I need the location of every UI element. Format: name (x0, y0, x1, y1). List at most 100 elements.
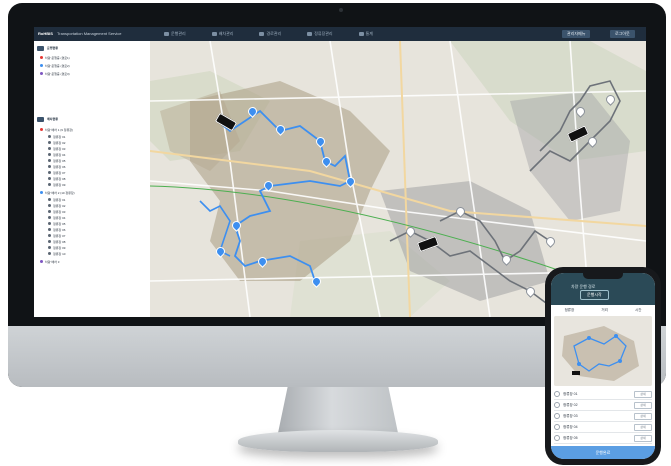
checkbox-icon[interactable] (554, 435, 560, 441)
sidebar: 운행현황 배차현황 차량 운행중 (경로1) 차량 운행중 (경로2) 차량 운행중… (34, 41, 151, 317)
sidebar-stop-row[interactable]: 정류장 03 (48, 146, 65, 151)
sidebar-section-header[interactable]: 운행현황 (37, 44, 147, 52)
phone-list-item[interactable]: 정류장 05 상세 (554, 433, 652, 444)
topnav-item[interactable]: 배차관리 (211, 31, 233, 37)
phone-list-label: 정류장 02 (563, 402, 578, 407)
section-title: 배차현황 (47, 117, 59, 121)
status-dot-icon (48, 165, 51, 168)
row-label: 정류장 10 (53, 251, 66, 256)
status-dot-icon (48, 222, 51, 225)
sidebar-section-header[interactable]: 배차현황 (37, 115, 147, 123)
sidebar-stop-row[interactable]: 정류장 06 (48, 227, 65, 232)
sidebar-vehicle-row[interactable]: 차량 배차 1 (9 정류장) (40, 127, 73, 132)
status-dot-icon (48, 240, 51, 243)
phone-list-item[interactable]: 정류장 04 상세 (554, 422, 652, 433)
nav-icon (211, 32, 217, 36)
phone-start-button[interactable]: 운행시작 (580, 290, 609, 300)
phone-list-label: 정류장 04 (563, 424, 578, 429)
sidebar-stop-row[interactable]: 정류장 05 (48, 158, 65, 163)
section-icon (37, 45, 44, 51)
sidebar-stop-row[interactable]: 정류장 02 (48, 140, 65, 145)
phone-stat: 정류장 (564, 307, 575, 312)
camera-dot (339, 8, 343, 12)
sidebar-stop-row[interactable]: 정류장 03 (48, 209, 65, 214)
sidebar-stop-row[interactable]: 정류장 06 (48, 164, 65, 169)
sidebar-stop-row[interactable]: 정류장 05 (48, 221, 65, 226)
sidebar-stop-row[interactable]: 정류장 04 (48, 152, 65, 157)
detail-button[interactable]: 상세 (634, 390, 652, 398)
sidebar-stop-row[interactable]: 정류장 07 (48, 170, 65, 175)
smartphone-frame: 차량 운행 경로 운행시작 정류장 거리 시간 정류장 01 상세 정류장 02 상세 정류… (545, 267, 661, 465)
detail-button[interactable]: 상세 (634, 434, 652, 442)
sidebar-stop-row[interactable]: 정류장 01 (48, 134, 65, 139)
topnav-item[interactable]: 운행관리 (164, 31, 186, 37)
monitor-stand-base (238, 430, 438, 452)
row-label: 정류장 04 (53, 215, 66, 220)
phone-list-item[interactable]: 정류장 01 상세 (554, 389, 652, 400)
topnav-label: 경로관리 (266, 31, 282, 36)
topnav-item[interactable]: 경로관리 (259, 31, 281, 37)
sidebar-vehicle-row[interactable]: 차량 배차 3 (40, 259, 59, 264)
sidebar-stop-row[interactable]: 정류장 09 (48, 182, 65, 187)
status-dot-icon (48, 147, 51, 150)
row-label: 차량 운행중 (경로1) (45, 55, 70, 60)
sidebar-stop-row[interactable]: 정류장 02 (48, 203, 65, 208)
sidebar-stop-row[interactable]: 정류장 10 (48, 251, 65, 256)
phone-footer-button[interactable]: 운행완료 (551, 446, 655, 459)
sidebar-stop-row[interactable]: 정류장 07 (48, 233, 65, 238)
phone-map-canvas (554, 316, 652, 386)
sidebar-stop-row[interactable]: 정류장 01 (48, 197, 65, 202)
nav-icon (307, 32, 313, 36)
phone-stats: 정류장 거리 시간 (551, 305, 655, 315)
admin-menu-button[interactable]: 관리자메뉴 (562, 30, 591, 38)
sidebar-vehicle-row[interactable]: 차량 운행중 (경로2) (40, 63, 70, 68)
row-label: 정류장 06 (53, 164, 66, 169)
row-label: 정류장 06 (53, 227, 66, 232)
phone-stat: 시간 (634, 307, 642, 312)
detail-button[interactable]: 상세 (634, 412, 652, 420)
phone-list-item[interactable]: 정류장 03 상세 (554, 411, 652, 422)
row-label: 정류장 01 (53, 197, 66, 202)
row-label: 정류장 02 (53, 203, 66, 208)
status-dot-icon (40, 72, 43, 75)
row-label: 정류장 01 (53, 134, 66, 139)
status-dot-icon (48, 183, 51, 186)
monitor-stand-neck (278, 387, 398, 433)
sidebar-stop-row[interactable]: 정류장 08 (48, 176, 65, 181)
checkbox-icon[interactable] (554, 424, 560, 430)
detail-button[interactable]: 상세 (634, 401, 652, 409)
sidebar-stop-row[interactable]: 정류장 08 (48, 239, 65, 244)
status-dot-icon (48, 228, 51, 231)
logout-button[interactable]: 로그아웃 (610, 30, 635, 38)
sidebar-stop-row[interactable]: 정류장 09 (48, 245, 65, 250)
topnav-item[interactable]: 정류장관리 (307, 31, 333, 37)
section-title: 운행현황 (47, 46, 59, 50)
sidebar-vehicle-row[interactable]: 차량 배차 2 (10 정류장) (40, 190, 75, 195)
phone-list-label: 정류장 03 (563, 413, 578, 418)
status-dot-icon (40, 64, 43, 67)
status-dot-icon (48, 177, 51, 180)
sidebar-vehicle-row[interactable]: 차량 운행중 (경로1) (40, 55, 70, 60)
checkbox-icon[interactable] (554, 413, 560, 419)
topnav-item[interactable]: 통계 (358, 31, 373, 37)
sidebar-vehicle-row[interactable]: 차량 운행중 (경로3) (40, 71, 70, 76)
sidebar-stop-row[interactable]: 정류장 04 (48, 215, 65, 220)
phone-list-item[interactable]: 정류장 02 상세 (554, 400, 652, 411)
row-label: 정류장 02 (53, 140, 66, 145)
phone-map[interactable] (554, 316, 652, 386)
nav-icon (164, 32, 169, 36)
checkbox-icon[interactable] (554, 391, 560, 397)
nav-icon (358, 32, 364, 36)
app-topbar: RoHBIS Transportation Management Service… (34, 27, 646, 41)
status-dot-icon (48, 135, 51, 138)
status-dot-icon (48, 252, 51, 255)
status-dot-icon (40, 260, 43, 263)
detail-button[interactable]: 상세 (634, 423, 652, 431)
status-dot-icon (48, 234, 51, 237)
brand-name: RoHBIS (38, 31, 53, 36)
row-label: 차량 배차 2 (10 정류장) (45, 190, 75, 195)
status-dot-icon (48, 171, 51, 174)
app-brand[interactable]: RoHBIS Transportation Management Service (38, 31, 122, 36)
checkbox-icon[interactable] (554, 402, 560, 408)
status-dot-icon (48, 141, 51, 144)
